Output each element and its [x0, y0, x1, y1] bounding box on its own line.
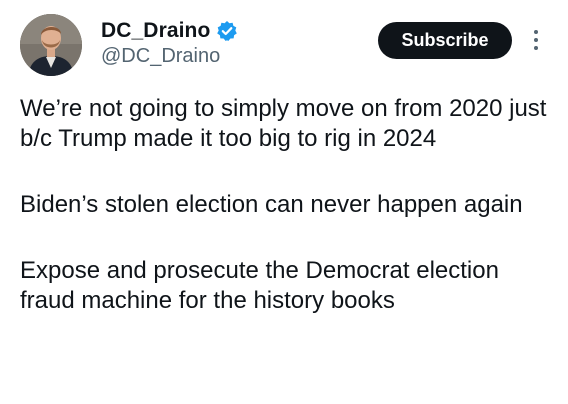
more-options-icon[interactable] — [528, 28, 544, 54]
tweet-paragraph: Biden’s stolen election can never happen… — [20, 191, 523, 218]
tweet-paragraph: We’re not going to simply move on from 2… — [20, 95, 547, 152]
avatar[interactable] — [20, 14, 82, 76]
handle[interactable]: @DC_Draino — [101, 45, 238, 68]
subscribe-button[interactable]: Subscribe — [378, 22, 512, 59]
tweet-paragraph: Expose and prosecute the Democrat electi… — [20, 257, 499, 314]
display-name[interactable]: DC_Draino — [101, 19, 210, 43]
display-name-row: DC_Draino — [101, 18, 238, 44]
verified-badge-icon — [216, 20, 238, 42]
tweet-header: DC_Draino @DC_Draino Subscribe — [20, 14, 550, 78]
tweet-text: We’re not going to simply move on from 2… — [20, 94, 560, 352]
author-names: DC_Draino @DC_Draino — [101, 18, 238, 68]
tweet-card: DC_Draino @DC_Draino Subscribe We’re not… — [0, 0, 568, 404]
